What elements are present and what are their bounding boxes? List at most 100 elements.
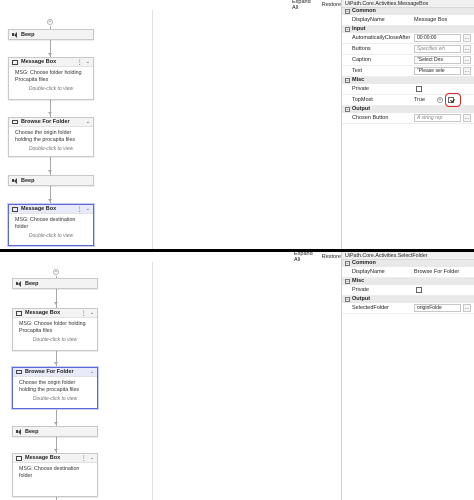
add-activity-icon[interactable]: + — [47, 19, 53, 25]
highlight-ring — [445, 93, 461, 107]
properties-title: UiPath.Core.Activities.SelectFolder — [342, 252, 474, 260]
canvas-divider — [152, 10, 153, 249]
activity-body: MSG: Choose folder holding Procapita fil… — [15, 70, 82, 83]
workflow-designer: Expand All Restore + Beep Message Box ⋮ … — [0, 252, 341, 500]
message-box-icon — [16, 310, 22, 316]
activity-browse-for-folder[interactable]: Browse For Folder ⌄ Choose the origin fo… — [8, 117, 94, 157]
property-row-text: Text "Please sele ... — [342, 66, 474, 77]
activity-beep[interactable]: Beep — [12, 426, 98, 437]
collapse-icon[interactable]: − — [345, 27, 350, 32]
more-options-icon[interactable]: ⋮ — [77, 59, 83, 66]
category-input[interactable]: − Input — [342, 26, 474, 33]
property-row-private: Private — [342, 285, 474, 296]
activity-body: Choose the origin folder holding the pro… — [19, 380, 80, 393]
private-checkbox[interactable] — [416, 287, 422, 293]
collapse-icon[interactable]: − — [345, 9, 350, 14]
flow-arrow — [54, 362, 58, 365]
activity-message-box[interactable]: Message Box ⋮ ⌄ MSG: Choose folder holdi… — [8, 57, 94, 100]
activity-header: Message Box ⋮ ⌄ — [9, 205, 93, 214]
category-misc[interactable]: − Misc — [342, 77, 474, 84]
speaker-icon — [16, 428, 22, 435]
collapse-icon[interactable]: ⌄ — [86, 206, 90, 212]
ellipsis-button[interactable]: ... — [463, 114, 471, 122]
activity-hint: Double-click to view — [28, 146, 74, 152]
private-checkbox[interactable] — [416, 86, 422, 92]
more-options-icon[interactable]: ⋮ — [81, 455, 87, 462]
text-field[interactable]: "Please sele — [414, 67, 461, 75]
bottom-screenshot-pane: Expand All Restore + Beep Message Box ⋮ … — [0, 252, 474, 500]
activity-message-box-selected[interactable]: Message Box ⋮ ⌄ MSG: Choose destination … — [8, 204, 94, 246]
activity-beep[interactable]: Beep — [8, 175, 94, 186]
category-misc[interactable]: − Misc — [342, 278, 474, 285]
collapse-icon[interactable]: − — [345, 279, 350, 284]
canvas-divider — [152, 262, 153, 500]
designer-toolbar: Expand All Restore — [292, 0, 341, 11]
activity-header: Message Box ⋮ ⌄ — [13, 454, 97, 463]
expand-all-button[interactable]: Expand All — [292, 0, 316, 11]
collapse-icon[interactable]: ⌄ — [86, 59, 90, 65]
ellipsis-button[interactable]: ... — [463, 304, 471, 312]
message-box-icon — [12, 59, 18, 65]
collapse-icon[interactable]: ⌄ — [90, 310, 94, 316]
ellipsis-button[interactable]: ... — [463, 45, 471, 53]
plus-icon[interactable]: + — [437, 97, 443, 103]
flow-arrow — [48, 112, 52, 115]
collapse-icon[interactable]: − — [345, 261, 350, 266]
folder-icon — [16, 369, 22, 375]
activity-beep[interactable]: Beep — [12, 278, 98, 289]
properties-panel: UiPath.Core.Activities.MessageBox − Comm… — [341, 0, 474, 249]
activity-hint: Double-click to view — [28, 86, 74, 92]
auto-close-field[interactable]: 00:00:00 — [414, 34, 461, 42]
display-name-value[interactable]: Browse For Folder — [414, 269, 471, 275]
activity-header: Beep — [9, 176, 93, 185]
activity-beep[interactable]: Beep — [8, 29, 94, 40]
activity-header: Beep — [13, 427, 97, 436]
topmost-value: True — [414, 97, 426, 103]
restore-button[interactable]: Restore — [322, 254, 341, 260]
flow-arrow — [48, 53, 52, 56]
top-screenshot-pane: Expand All Restore + Beep Message Box ⋮ … — [0, 0, 474, 249]
more-options-icon[interactable]: ⋮ — [77, 206, 83, 213]
activity-title: Browse For Folder — [25, 369, 74, 375]
collapse-icon[interactable]: ⌄ — [90, 455, 94, 461]
activity-title: Message Box — [25, 455, 61, 461]
speaker-icon — [12, 177, 18, 184]
ellipsis-button[interactable]: ... — [463, 67, 471, 75]
properties-panel: UiPath.Core.Activities.SelectFolder − Co… — [341, 252, 474, 500]
message-box-icon — [12, 206, 18, 212]
activity-message-box[interactable]: Message Box ⋮ ⌄ MSG: Choose destination … — [12, 453, 98, 497]
category-output[interactable]: − Output — [342, 296, 474, 303]
ellipsis-button[interactable]: ... — [463, 34, 471, 42]
collapse-icon[interactable]: − — [345, 297, 350, 302]
expand-all-button[interactable]: Expand All — [294, 252, 316, 263]
more-options-icon[interactable]: ⋮ — [81, 310, 87, 317]
add-activity-icon[interactable]: + — [53, 269, 59, 275]
activity-title: Beep — [21, 177, 35, 184]
flow-arrow — [48, 199, 52, 202]
category-output[interactable]: − Output — [342, 106, 474, 113]
activity-title: Message Box — [25, 310, 61, 316]
collapse-icon[interactable]: ⌄ — [86, 119, 90, 125]
category-common[interactable]: − Common — [342, 260, 474, 267]
restore-button[interactable]: Restore — [322, 2, 341, 8]
activity-message-box[interactable]: Message Box ⋮ ⌄ MSG: Choose folder holdi… — [12, 308, 98, 351]
collapse-icon[interactable]: ⌄ — [90, 369, 94, 375]
activity-title: Message Box — [21, 206, 57, 212]
selected-folder-field[interactable]: originFolde — [414, 304, 461, 312]
property-row-auto-close: AutomaticallyCloseAfter 00:00:00 ... — [342, 33, 474, 44]
ellipsis-button[interactable]: ... — [463, 56, 471, 64]
display-name-value[interactable]: Message Box — [414, 17, 471, 23]
chosen-button-field[interactable]: A string rep — [414, 114, 461, 122]
collapse-icon[interactable]: − — [345, 78, 350, 83]
category-common[interactable]: − Common — [342, 8, 474, 15]
activity-title: Message Box — [21, 59, 57, 65]
property-row-chosen-button: Chosen Button A string rep ... — [342, 113, 474, 124]
activity-browse-for-folder-selected[interactable]: Browse For Folder ⌄ Choose the origin fo… — [12, 367, 98, 409]
activity-header: Browse For Folder ⌄ — [9, 118, 93, 127]
collapse-icon[interactable]: − — [345, 107, 350, 112]
activity-header: Message Box ⋮ ⌄ — [13, 309, 97, 318]
buttons-field[interactable]: Specifies wh — [414, 45, 461, 53]
activity-title: Beep — [21, 31, 35, 38]
caption-field[interactable]: "Select Des — [414, 56, 461, 64]
activity-body: MSG: Choose destination folder — [15, 217, 76, 230]
